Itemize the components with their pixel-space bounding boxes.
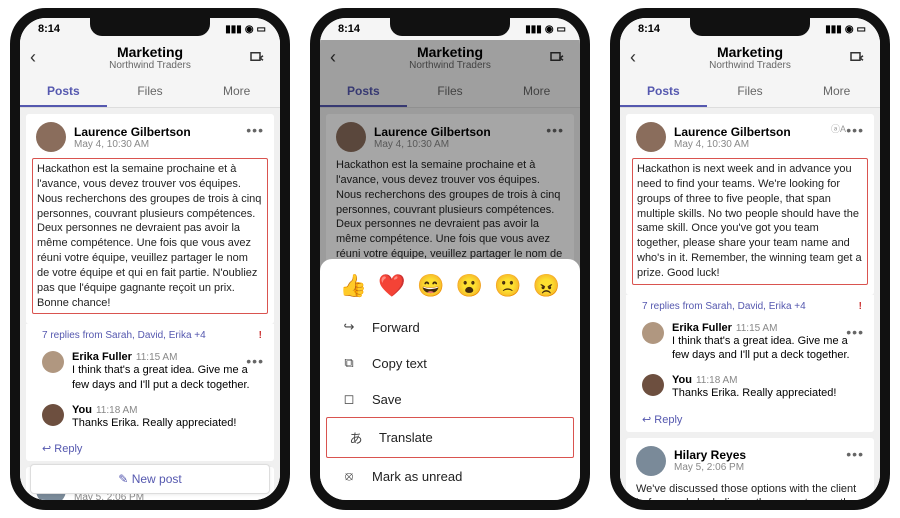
bookmark-icon: ◻ [340, 391, 358, 407]
post-more-icon[interactable]: ••• [846, 446, 864, 462]
channel-title: Marketing [52, 44, 248, 60]
posts-feed[interactable]: ••• Laurence Gilbertson May 4, 10:30 AM … [20, 108, 280, 500]
reply-body: Thanks Erika. Really appreciated! [72, 416, 236, 430]
back-button[interactable]: ‹ [30, 47, 52, 68]
reply-more-icon[interactable]: ••• [246, 353, 264, 369]
reaction-laugh[interactable]: 😄 [417, 273, 444, 299]
reply-item[interactable]: Erika Fuller11:15 AM I think that's a gr… [626, 316, 874, 369]
reply-item[interactable]: Erika Fuller 11:15 AM I think that's a gr… [26, 345, 274, 398]
reaction-surprised[interactable]: 😮 [456, 273, 483, 299]
post-time: May 4, 10:30 AM [674, 139, 791, 150]
reaction-angry[interactable]: 😠 [533, 273, 560, 299]
team-subtitle: Northwind Traders [652, 60, 848, 71]
battery-icon: ▭ [257, 24, 266, 35]
notch [390, 18, 510, 36]
wifi-icon: ◉ [245, 24, 254, 35]
collapse-icon[interactable] [248, 49, 270, 67]
menu-unread[interactable]: ⦻ Mark as unread [320, 458, 580, 494]
reaction-bar: 👍 ❤️ 😄 😮 🙁 😠 [320, 269, 580, 309]
notch [90, 18, 210, 36]
channel-title: Marketing [652, 44, 848, 60]
copy-icon: ⧉ [340, 355, 358, 371]
tabs: Posts Files More [620, 77, 880, 108]
channel-header: ‹ Marketing Northwind Traders [620, 40, 880, 77]
reply-author: You [72, 404, 92, 416]
tabs: Posts Files More [20, 77, 280, 108]
priority-icon: ! [859, 301, 862, 312]
signal-icon: ▮▮▮ [225, 24, 242, 35]
post-author: Laurence Gilbertson [74, 125, 191, 139]
menu-forward[interactable]: ↪ Forward [320, 309, 580, 345]
status-indicators: ▮▮▮◉▭ [825, 24, 866, 35]
replies-summary[interactable]: 7 replies from Sarah, David, Erika +4! [626, 295, 874, 316]
avatar [636, 122, 666, 152]
reply-item[interactable]: You 11:18 AM Thanks Erika. Really appreci… [26, 398, 274, 436]
post-body: We've discussed those options with the c… [636, 482, 864, 500]
reply-button[interactable]: ↩ Reply [26, 436, 274, 461]
avatar [642, 374, 664, 396]
status-indicators: ▮▮▮◉▭ [525, 24, 566, 35]
tab-files[interactable]: Files [707, 77, 794, 107]
post-more-icon[interactable]: ••• [246, 122, 264, 138]
post-body-highlighted: Hackathon is next week and in advance yo… [632, 158, 868, 285]
avatar [36, 122, 66, 152]
reply-more-icon[interactable]: ••• [846, 324, 864, 340]
translated-badge-icon: ⓐA [831, 122, 846, 135]
channel-header: ‹ Marketing Northwind Traders [20, 40, 280, 77]
reply-time: 11:15 AM [136, 352, 178, 363]
status-indicators: ▮▮▮ ◉ ▭ [225, 24, 266, 35]
forward-icon: ↪ [340, 319, 358, 335]
phone-left: 8:14 ▮▮▮ ◉ ▭ ‹ Marketing Northwind Trade… [10, 8, 290, 510]
status-time: 8:14 [638, 23, 660, 35]
post-author: Hilary Reyes [674, 448, 746, 462]
reply-author: Erika Fuller [72, 351, 132, 363]
posts-feed[interactable]: ••• ⓐA Laurence Gilbertson May 4, 10:30 … [620, 108, 880, 500]
avatar [636, 446, 666, 476]
unread-icon: ⦻ [340, 468, 358, 484]
menu-translate[interactable]: あ Translate [326, 417, 574, 458]
reaction-heart[interactable]: ❤️ [378, 273, 405, 299]
tab-more[interactable]: More [793, 77, 880, 107]
reply-body: I think that's a great idea. Give me a f… [72, 363, 264, 392]
reply-item[interactable]: You11:18 AM Thanks Erika. Really appreci… [626, 368, 874, 406]
status-time: 8:14 [338, 23, 360, 35]
post-author: Laurence Gilbertson [674, 125, 791, 139]
reaction-sad[interactable]: 🙁 [494, 273, 521, 299]
tab-more[interactable]: More [193, 77, 280, 107]
notch [690, 18, 810, 36]
menu-copy[interactable]: ⧉ Copy text [320, 345, 580, 381]
status-time: 8:14 [38, 23, 60, 35]
action-sheet: 👍 ❤️ 😄 😮 🙁 😠 ↪ Forward ⧉ Copy text ◻ Sav… [320, 259, 580, 500]
collapse-icon[interactable] [848, 49, 870, 67]
tab-files[interactable]: Files [107, 77, 194, 107]
compose-icon: ✎ [118, 472, 128, 486]
post-time: May 5, 2:06 PM [674, 462, 746, 473]
replies-summary[interactable]: 7 replies from Sarah, David, Erika +4 ! [26, 324, 274, 345]
phone-middle: 8:14 ▮▮▮◉▭ ‹ Marketing Northwind Traders… [310, 8, 590, 510]
tab-posts[interactable]: Posts [620, 77, 707, 107]
translate-icon: あ [347, 428, 365, 447]
avatar [42, 404, 64, 426]
reply-button[interactable]: ↩ Reply [626, 407, 874, 432]
menu-save[interactable]: ◻ Save [320, 381, 580, 417]
avatar [42, 351, 64, 373]
post-card[interactable]: ••• Laurence Gilbertson May 4, 10:30 AM … [26, 114, 274, 324]
avatar [642, 322, 664, 344]
reply-time: 11:18 AM [96, 405, 138, 416]
post-card[interactable]: ••• Hilary Reyes May 5, 2:06 PM We've di… [626, 438, 874, 500]
post-body-highlighted: Hackathon est la semaine prochaine et à … [32, 158, 268, 314]
reaction-thumbsup[interactable]: 👍 [340, 273, 367, 299]
team-subtitle: Northwind Traders [52, 60, 248, 71]
post-time: May 4, 10:30 AM [74, 139, 191, 150]
priority-icon: ! [259, 330, 262, 341]
post-more-icon[interactable]: ••• [846, 122, 864, 138]
back-button[interactable]: ‹ [630, 47, 652, 68]
phone-right: 8:14 ▮▮▮◉▭ ‹ Marketing Northwind Traders… [610, 8, 890, 510]
new-post-button[interactable]: ✎ New post [30, 464, 270, 494]
post-card[interactable]: ••• ⓐA Laurence Gilbertson May 4, 10:30 … [626, 114, 874, 295]
tab-posts[interactable]: Posts [20, 77, 107, 107]
